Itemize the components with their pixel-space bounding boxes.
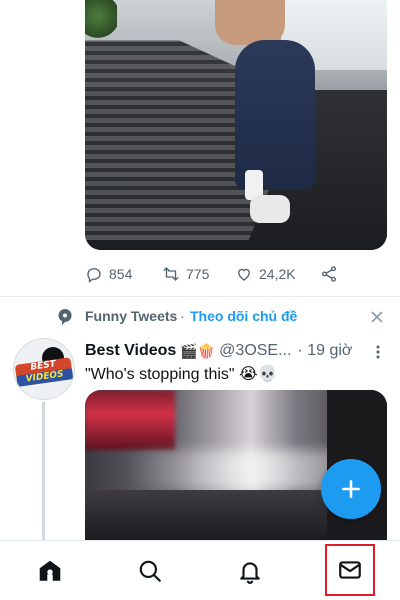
- name-emojis: 🎬🍿: [180, 342, 216, 359]
- tweet-text: "Who's stopping this" 😭💀: [85, 366, 278, 383]
- tweet-media-image[interactable]: [85, 0, 387, 250]
- person-torso: [215, 0, 285, 45]
- nav-home[interactable]: [20, 541, 80, 600]
- topic-header: Funny Tweets · Theo dõi chủ đề: [0, 304, 400, 330]
- person-legs: [235, 40, 315, 190]
- close-icon[interactable]: [370, 310, 384, 324]
- heart-icon: [238, 268, 250, 281]
- nav-search[interactable]: [120, 541, 180, 600]
- user-handle[interactable]: @3OSE...: [219, 342, 291, 360]
- reply-count: 854: [109, 266, 133, 282]
- like-count: 24,2K: [259, 266, 296, 282]
- tweet-header: Best Videos 🎬🍿 @3OSE... · 19 giờ: [85, 340, 385, 362]
- plus-icon: [342, 480, 360, 498]
- retweet-button[interactable]: 775: [162, 265, 227, 283]
- topic-separator: ·: [180, 308, 185, 324]
- topic-name[interactable]: Funny Tweets: [85, 308, 177, 324]
- person-shoe: [250, 195, 290, 223]
- more-options-icon[interactable]: [374, 344, 382, 360]
- follow-topic-link[interactable]: Theo dõi chủ đề: [190, 308, 297, 324]
- mail-icon: [339, 561, 361, 579]
- search-icon: [139, 560, 161, 582]
- background-plant: [85, 0, 117, 40]
- reply-button[interactable]: 854: [85, 265, 150, 283]
- nav-notifications[interactable]: [220, 541, 280, 600]
- share-button[interactable]: [320, 265, 344, 283]
- tweet-actions: 854 775 24,2K: [85, 262, 355, 286]
- video-red-light: [85, 390, 175, 450]
- display-name[interactable]: Best Videos: [85, 342, 176, 360]
- retweet-count: 775: [186, 266, 210, 282]
- tweet-divider: [0, 296, 400, 297]
- topic-bubble-icon: [58, 308, 72, 325]
- tweet-time[interactable]: · 19 giờ: [297, 342, 352, 360]
- bell-icon: [240, 562, 260, 584]
- avatar[interactable]: BEST VIDEOS: [13, 338, 75, 400]
- reply-icon: [87, 268, 101, 283]
- retweet-icon: [163, 267, 179, 281]
- home-icon: [39, 560, 61, 581]
- thread-line: [42, 402, 45, 540]
- like-button[interactable]: 24,2K: [235, 265, 320, 283]
- share-icon: [321, 266, 337, 282]
- compose-button[interactable]: [321, 459, 381, 519]
- nav-messages[interactable]: [325, 544, 375, 596]
- avatar-logo: BEST VIDEOS: [14, 357, 74, 387]
- bottom-nav: [0, 540, 400, 600]
